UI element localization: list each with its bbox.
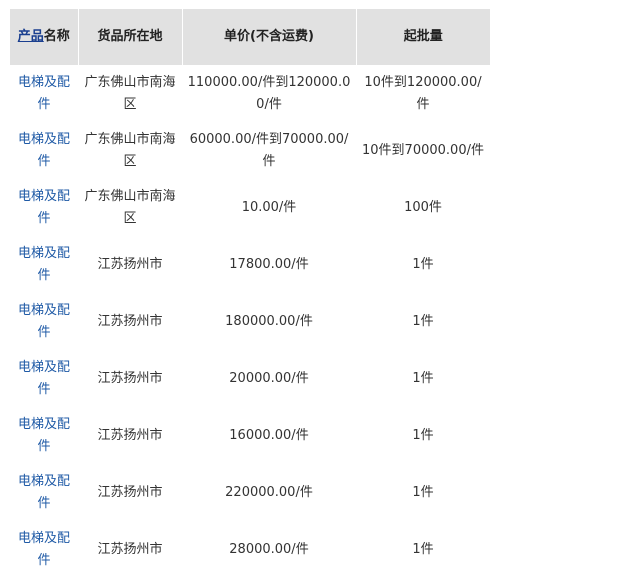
cell-location: 江苏扬州市 xyxy=(97,484,163,500)
product-name-link[interactable]: 电梯及配件 xyxy=(14,357,74,401)
cell-product-name: 电梯及配件 xyxy=(10,293,78,350)
cell-unit-price: 20000.00/件 xyxy=(229,370,309,386)
cell-unit-price: 28000.00/件 xyxy=(229,541,309,557)
cell-product-name: 电梯及配件 xyxy=(10,464,78,521)
cell-product-name: 电梯及配件 xyxy=(10,407,78,464)
table-row: 电梯及配件 江苏扬州市 180000.00/件 1件 xyxy=(10,293,490,350)
cell-location: 广东佛山市南海区 xyxy=(84,74,176,112)
header-min-order: 起批量 xyxy=(355,9,490,65)
table-row: 电梯及配件 江苏扬州市 220000.00/件 1件 xyxy=(10,464,490,521)
table-row: 电梯及配件 江苏扬州市 28000.00/件 1件 xyxy=(10,521,490,578)
cell-location: 江苏扬州市 xyxy=(97,427,163,443)
header-unit-price: 单价(不含运费) xyxy=(181,9,356,65)
cell-location: 江苏扬州市 xyxy=(97,541,163,557)
cell-location: 江苏扬州市 xyxy=(97,313,163,329)
cell-product-name: 电梯及配件 xyxy=(10,521,78,578)
cell-min-order: 10件到120000.00/件 xyxy=(364,74,482,112)
table-row: 电梯及配件 江苏扬州市 17800.00/件 1件 xyxy=(10,236,490,293)
table-row: 电梯及配件 广东佛山市南海区 10.00/件 100件 xyxy=(10,179,490,236)
cell-product-name: 电梯及配件 xyxy=(10,236,78,293)
product-name-link[interactable]: 电梯及配件 xyxy=(14,72,74,116)
cell-unit-price: 60000.00/件到70000.00/件 xyxy=(189,131,349,169)
table-row: 电梯及配件 江苏扬州市 16000.00/件 1件 xyxy=(10,407,490,464)
cell-location: 广东佛山市南海区 xyxy=(84,188,176,226)
header-product-name-rest: 名称 xyxy=(43,29,70,44)
header-location: 货品所在地 xyxy=(77,9,182,65)
cell-min-order: 1件 xyxy=(412,484,434,500)
cell-min-order: 100件 xyxy=(404,199,442,215)
product-name-link[interactable]: 电梯及配件 xyxy=(14,243,74,287)
table-row: 电梯及配件 广东佛山市南海区 110000.00/件到120000.00/件 1… xyxy=(10,65,490,122)
cell-unit-price: 16000.00/件 xyxy=(229,427,309,443)
cell-product-name: 电梯及配件 xyxy=(10,350,78,407)
cell-min-order: 1件 xyxy=(412,541,434,557)
cell-location: 江苏扬州市 xyxy=(97,256,163,272)
cell-product-name: 电梯及配件 xyxy=(10,65,78,122)
cell-min-order: 1件 xyxy=(412,370,434,386)
table-row: 电梯及配件 广东佛山市南海区 60000.00/件到70000.00/件 10件… xyxy=(10,122,490,179)
header-product-name: 产品名称 xyxy=(10,9,78,65)
cell-unit-price: 110000.00/件到120000.00/件 xyxy=(187,74,351,112)
cell-product-name: 电梯及配件 xyxy=(10,179,78,236)
product-name-link[interactable]: 电梯及配件 xyxy=(14,129,74,173)
cell-location: 江苏扬州市 xyxy=(97,370,163,386)
cell-min-order: 10件到70000.00/件 xyxy=(362,142,484,158)
product-name-link[interactable]: 电梯及配件 xyxy=(14,186,74,230)
product-name-link[interactable]: 电梯及配件 xyxy=(14,414,74,458)
cell-min-order: 1件 xyxy=(412,313,434,329)
cell-unit-price: 220000.00/件 xyxy=(225,484,313,500)
cell-location: 广东佛山市南海区 xyxy=(84,131,176,169)
product-table-container: 产品名称 货品所在地 单价(不含运费) 起批量 电梯及配件 广东佛山市南海区 1… xyxy=(10,9,490,578)
cell-min-order: 1件 xyxy=(412,256,434,272)
cell-min-order: 1件 xyxy=(412,427,434,443)
cell-unit-price: 10.00/件 xyxy=(241,199,297,215)
product-table: 产品名称 货品所在地 单价(不含运费) 起批量 电梯及配件 广东佛山市南海区 1… xyxy=(10,9,490,578)
cell-product-name: 电梯及配件 xyxy=(10,122,78,179)
cell-unit-price: 180000.00/件 xyxy=(225,313,313,329)
table-row: 电梯及配件 江苏扬州市 20000.00/件 1件 xyxy=(10,350,490,407)
product-name-link[interactable]: 电梯及配件 xyxy=(14,300,74,344)
table-header-row: 产品名称 货品所在地 单价(不含运费) 起批量 xyxy=(10,9,490,65)
header-product-name-sort-link[interactable]: 产品 xyxy=(18,29,44,44)
cell-unit-price: 17800.00/件 xyxy=(229,256,309,272)
product-name-link[interactable]: 电梯及配件 xyxy=(14,528,74,572)
product-name-link[interactable]: 电梯及配件 xyxy=(14,471,74,515)
